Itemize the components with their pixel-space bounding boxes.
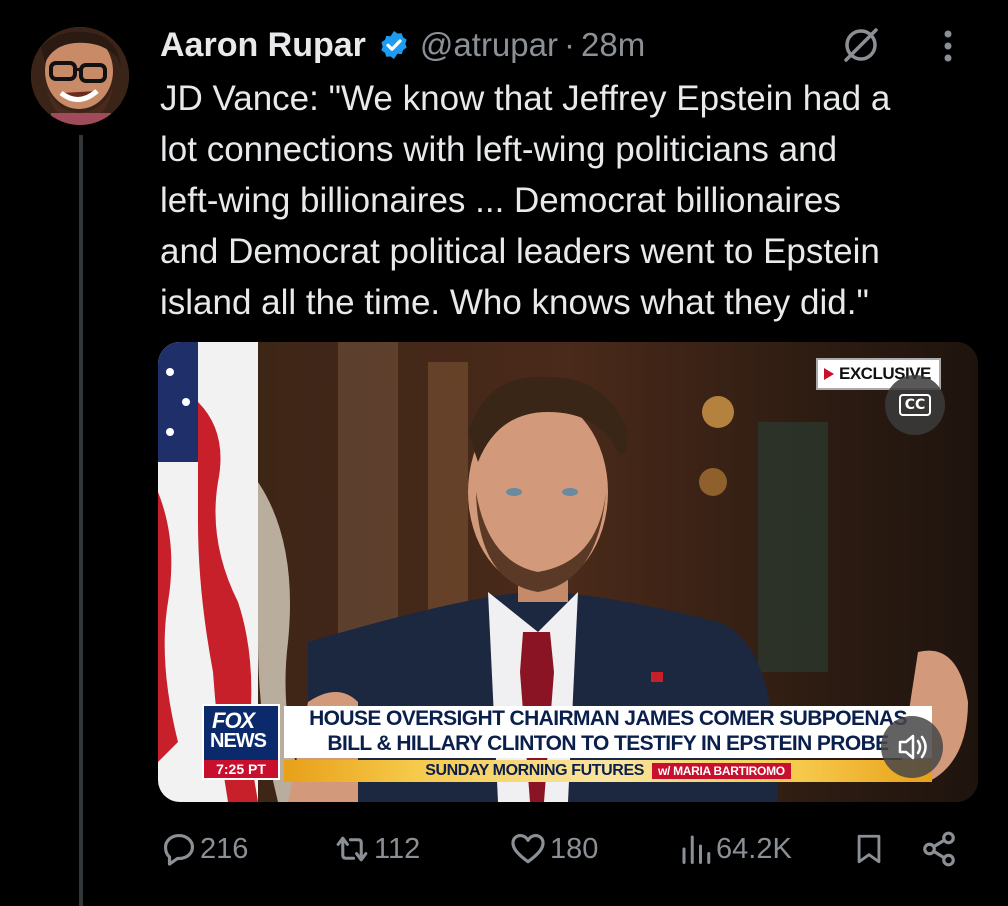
bar-chart-icon (682, 835, 711, 864)
author-handle[interactable]: @atrupar (420, 26, 558, 64)
host-name: w/ MARIA BARTIROMO (651, 763, 791, 779)
avatar-photo (31, 27, 129, 125)
bookmark-icon (857, 834, 881, 864)
like-count: 180 (550, 832, 599, 865)
closed-captions-button[interactable]: CC (885, 375, 945, 435)
heart-icon (511, 833, 545, 864)
like-button[interactable]: 180 (508, 822, 598, 876)
reply-count: 216 (200, 832, 249, 865)
share-button[interactable] (920, 822, 958, 876)
headline-line-1: HOUSE OVERSIGHT CHAIRMAN JAMES COMER SUB… (309, 707, 907, 730)
separator-dot: · (563, 26, 575, 63)
reply-button[interactable]: 216 (160, 822, 248, 876)
show-bar: SUNDAY MORNING FUTURES w/ MARIA BARTIROM… (284, 760, 932, 782)
headline-line-2: BILL & HILLARY CLINTON TO TESTIFY IN EPS… (327, 732, 889, 755)
fox-news-logo: FOX NEWS 7:25 PT (202, 704, 280, 780)
show-name: SUNDAY MORNING FUTURES (425, 762, 644, 779)
timestamp[interactable]: 28m (581, 26, 645, 64)
tweet-header: Aaron Rupar @atrupar · 28m (160, 20, 990, 70)
mute-button[interactable] (881, 716, 943, 778)
avatar[interactable] (31, 27, 129, 125)
thread-line (79, 135, 83, 906)
verified-badge-icon (378, 29, 410, 61)
video-player[interactable]: EXCLUSIVE CC FOX NEWS 7:25 PT HOUSE OVER… (158, 342, 978, 802)
repost-count: 112 (374, 832, 421, 865)
view-count: 64.2K (716, 832, 792, 865)
views-button[interactable]: 64.2K (678, 822, 792, 876)
cc-icon: CC (898, 394, 932, 416)
repost-button[interactable]: 112 (332, 822, 420, 876)
bookmark-button[interactable] (852, 822, 886, 876)
speaker-icon (898, 734, 927, 760)
tweet-actions: 216 112 180 64.2K (160, 822, 970, 876)
tweet-text: JD Vance: "We know that Jeffrey Epstein … (160, 79, 891, 322)
news-headline: HOUSE OVERSIGHT CHAIRMAN JAMES COMER SUB… (284, 706, 932, 758)
broadcast-clock: 7:25 PT (204, 760, 278, 778)
repost-arrows-icon (336, 836, 368, 862)
grok-icon[interactable] (840, 24, 882, 66)
share-icon (923, 831, 955, 867)
network-bottom: NEWS (210, 730, 267, 752)
news-lower-third: FOX NEWS 7:25 PT HOUSE OVERSIGHT CHAIRMA… (202, 704, 934, 782)
author-name[interactable]: Aaron Rupar (160, 26, 366, 65)
reply-bubble-icon (163, 833, 195, 866)
more-dots-icon[interactable] (942, 28, 954, 64)
play-triangle-icon (824, 368, 834, 380)
